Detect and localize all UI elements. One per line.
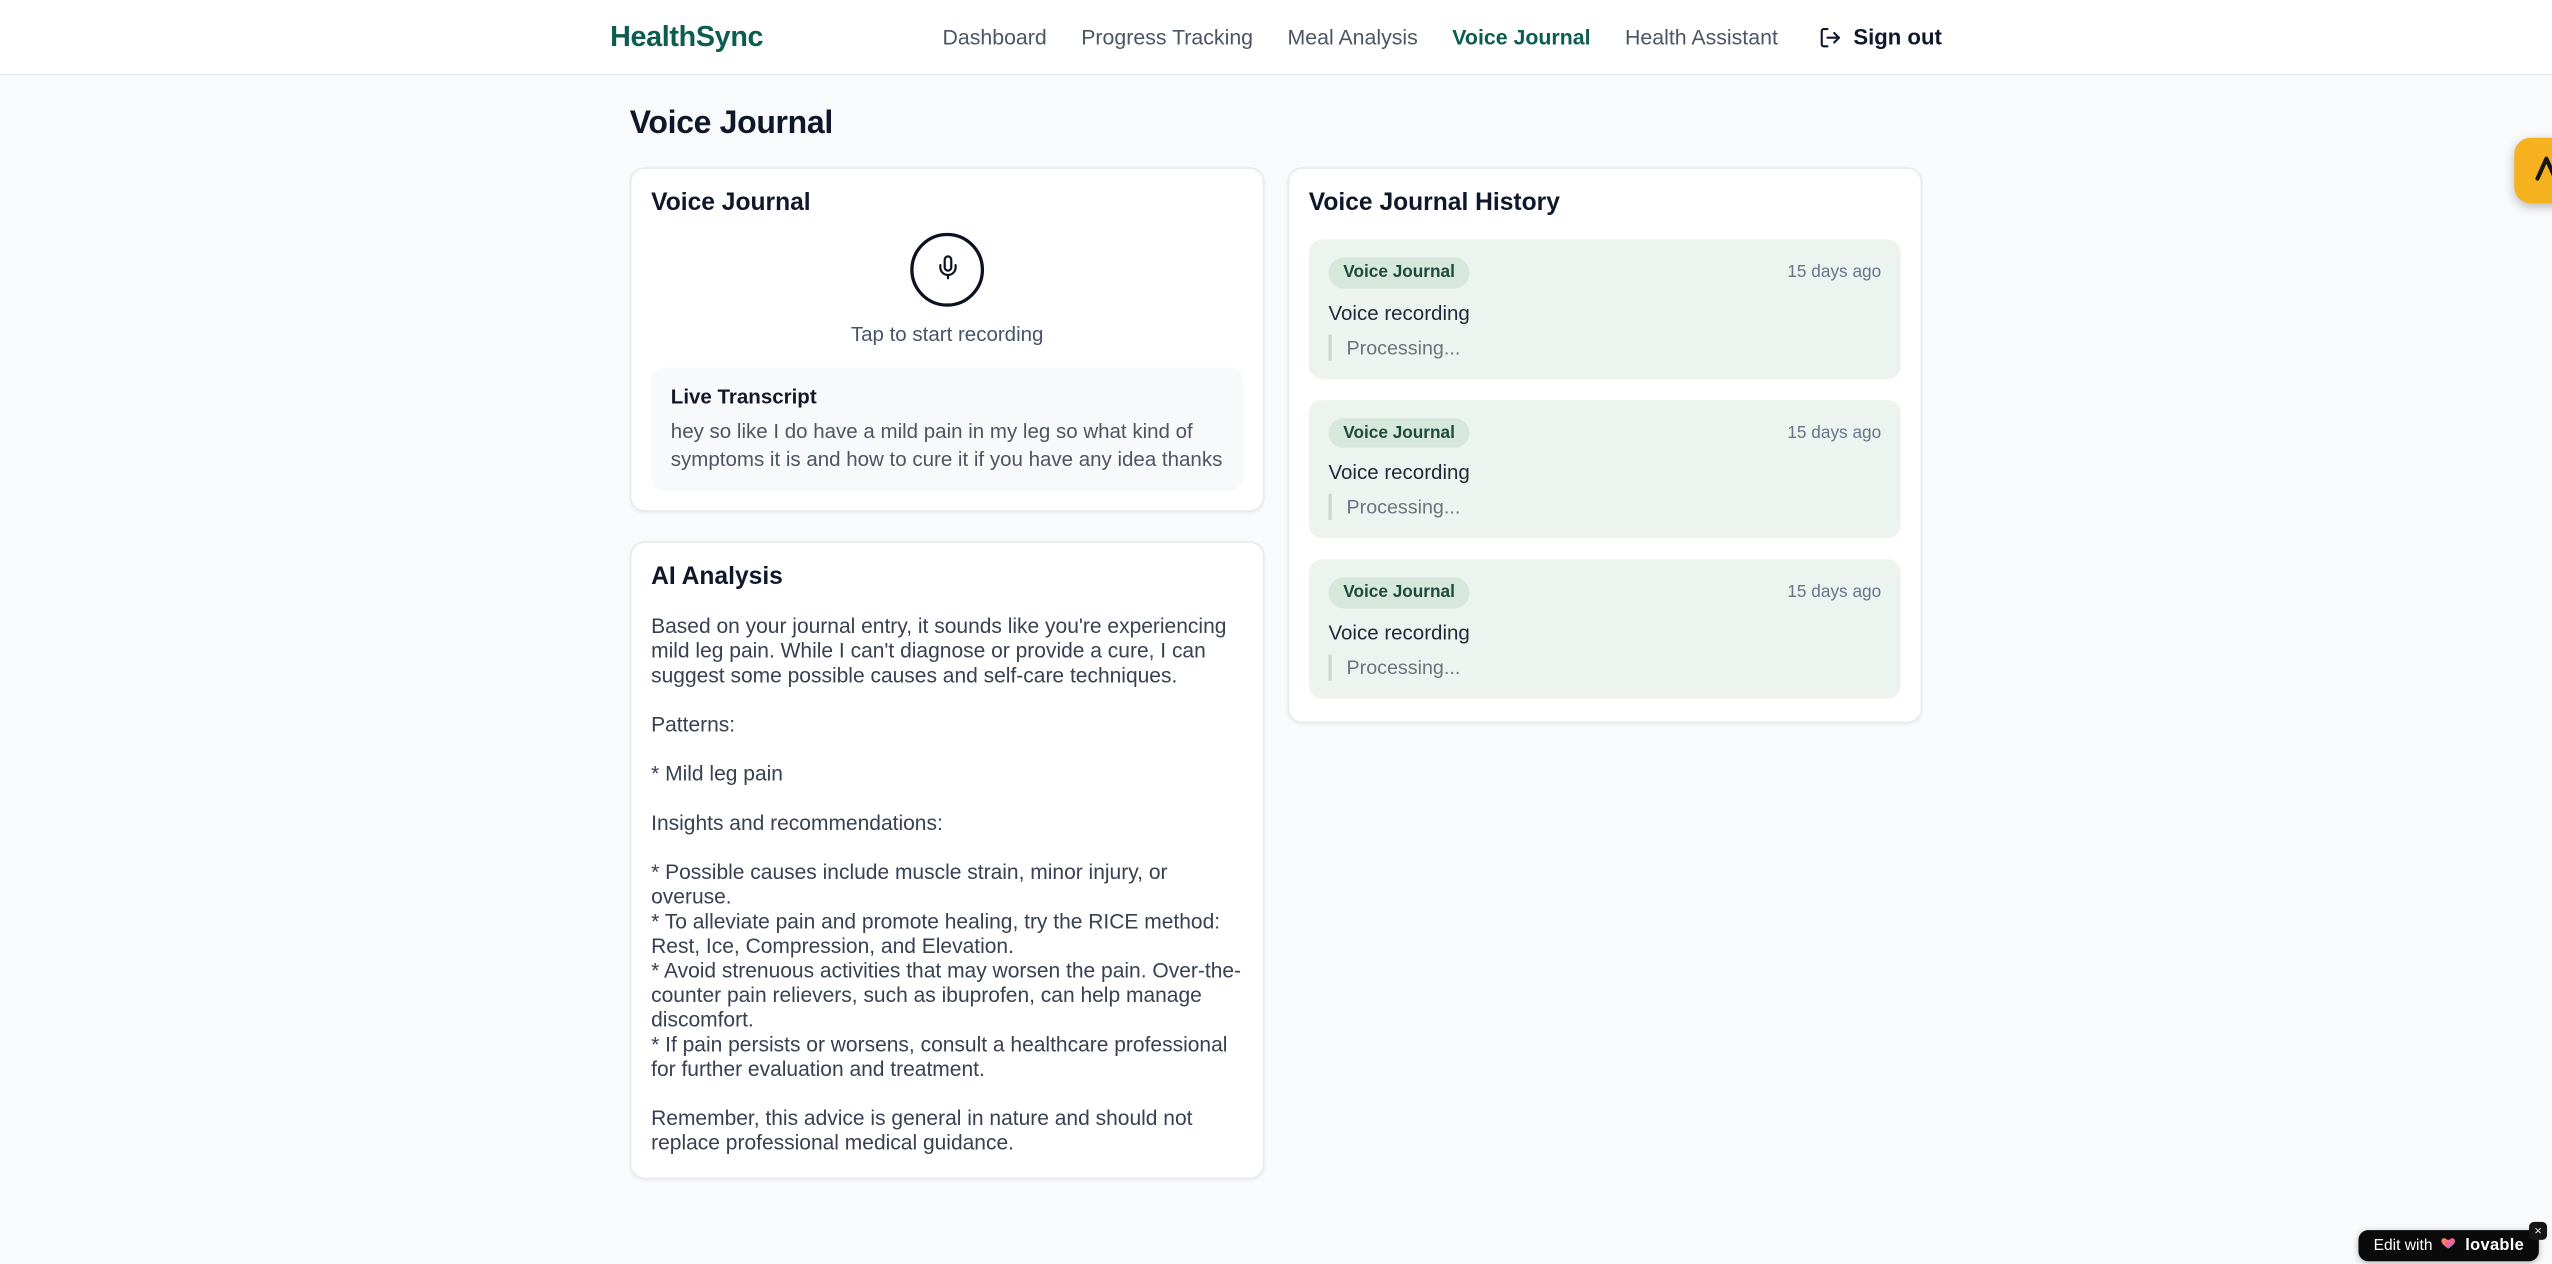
history-entry-header: Voice Journal 15 days ago	[1328, 577, 1882, 609]
history-card-title: Voice Journal History	[1308, 188, 1560, 217]
ai-analysis-body: Based on your journal entry, it sounds l…	[651, 613, 1242, 1155]
recorder-card-title: Voice Journal	[651, 188, 811, 217]
nav-voice-journal[interactable]: Voice Journal	[1452, 25, 1590, 50]
content-grid: Voice Journal Tap to start recording Liv…	[629, 167, 1923, 1180]
top-nav-bar: HealthSync Dashboard Progress Tracking M…	[0, 0, 2552, 76]
entry-timestamp: 15 days ago	[1787, 262, 1882, 283]
edit-badge-prefix: Edit with	[2373, 1236, 2433, 1255]
entry-title: Voice recording	[1328, 301, 1470, 325]
edit-badge-brand: lovable	[2465, 1236, 2525, 1255]
lovable-fab-button[interactable]	[2514, 137, 2552, 204]
record-button[interactable]	[910, 232, 985, 307]
tap-to-record-hint: Tap to start recording	[850, 323, 1044, 347]
live-transcript-box: Live Transcript hey so like I do have a …	[651, 367, 1244, 491]
heart-icon	[2441, 1235, 2457, 1256]
logout-icon	[1819, 25, 1842, 48]
history-entry[interactable]: Voice Journal 15 days ago Voice recordin…	[1308, 399, 1901, 539]
recorder-card: Voice Journal Tap to start recording Liv…	[629, 167, 1265, 512]
close-icon[interactable]: ×	[2529, 1221, 2548, 1240]
history-entry-header: Voice Journal 15 days ago	[1328, 417, 1882, 449]
entry-type-badge: Voice Journal	[1328, 257, 1470, 288]
sign-out-button[interactable]: Sign out	[1819, 24, 1942, 50]
entry-status: Processing...	[1328, 493, 1881, 521]
history-entry-header: Voice Journal 15 days ago	[1328, 257, 1882, 288]
nav-progress-tracking[interactable]: Progress Tracking	[1081, 25, 1253, 50]
app-window: HealthSync Dashboard Progress Tracking M…	[0, 0, 2552, 1264]
entry-status: Processing...	[1328, 654, 1881, 681]
history-entry[interactable]: Voice Journal 15 days ago Voice recordin…	[1308, 239, 1901, 379]
history-entry[interactable]: Voice Journal 15 days ago Voice recordin…	[1308, 559, 1901, 699]
entry-timestamp: 15 days ago	[1787, 422, 1882, 443]
lovable-logo-icon	[2531, 152, 2552, 190]
live-transcript-title: Live Transcript	[670, 385, 817, 409]
entry-timestamp: 15 days ago	[1787, 583, 1882, 603]
lovable-edit-badge[interactable]: Edit with lovable ×	[2358, 1221, 2548, 1262]
app-logo[interactable]: HealthSync	[610, 20, 763, 54]
entry-title: Voice recording	[1328, 621, 1470, 645]
nav-dashboard[interactable]: Dashboard	[942, 25, 1046, 50]
ai-analysis-title: AI Analysis	[651, 562, 783, 591]
top-nav-inner: HealthSync Dashboard Progress Tracking M…	[610, 0, 1942, 74]
nav-health-assistant[interactable]: Health Assistant	[1625, 25, 1778, 50]
main-content: Voice Journal Voice Journal Tap to start…	[629, 75, 1923, 1180]
history-card: Voice Journal History Voice Journal 15 d…	[1287, 167, 1923, 723]
sign-out-label: Sign out	[1853, 24, 1942, 50]
ai-analysis-card: AI Analysis Based on your journal entry,…	[629, 541, 1265, 1180]
page: HealthSync Dashboard Progress Tracking M…	[0, 0, 2552, 1264]
right-column: Voice Journal History Voice Journal 15 d…	[1287, 167, 1923, 723]
left-column: Voice Journal Tap to start recording Liv…	[629, 167, 1265, 1180]
entry-status: Processing...	[1328, 333, 1881, 361]
entry-title: Voice recording	[1328, 461, 1470, 485]
entry-type-badge: Voice Journal	[1328, 417, 1470, 449]
mic-icon	[934, 254, 960, 285]
main-nav: Dashboard Progress Tracking Meal Analysi…	[942, 25, 1941, 50]
nav-meal-analysis[interactable]: Meal Analysis	[1287, 25, 1417, 50]
entry-type-badge: Voice Journal	[1328, 577, 1470, 609]
live-transcript-text: hey so like I do have a mild pain in my …	[670, 419, 1223, 470]
page-title: Voice Journal	[629, 104, 833, 142]
